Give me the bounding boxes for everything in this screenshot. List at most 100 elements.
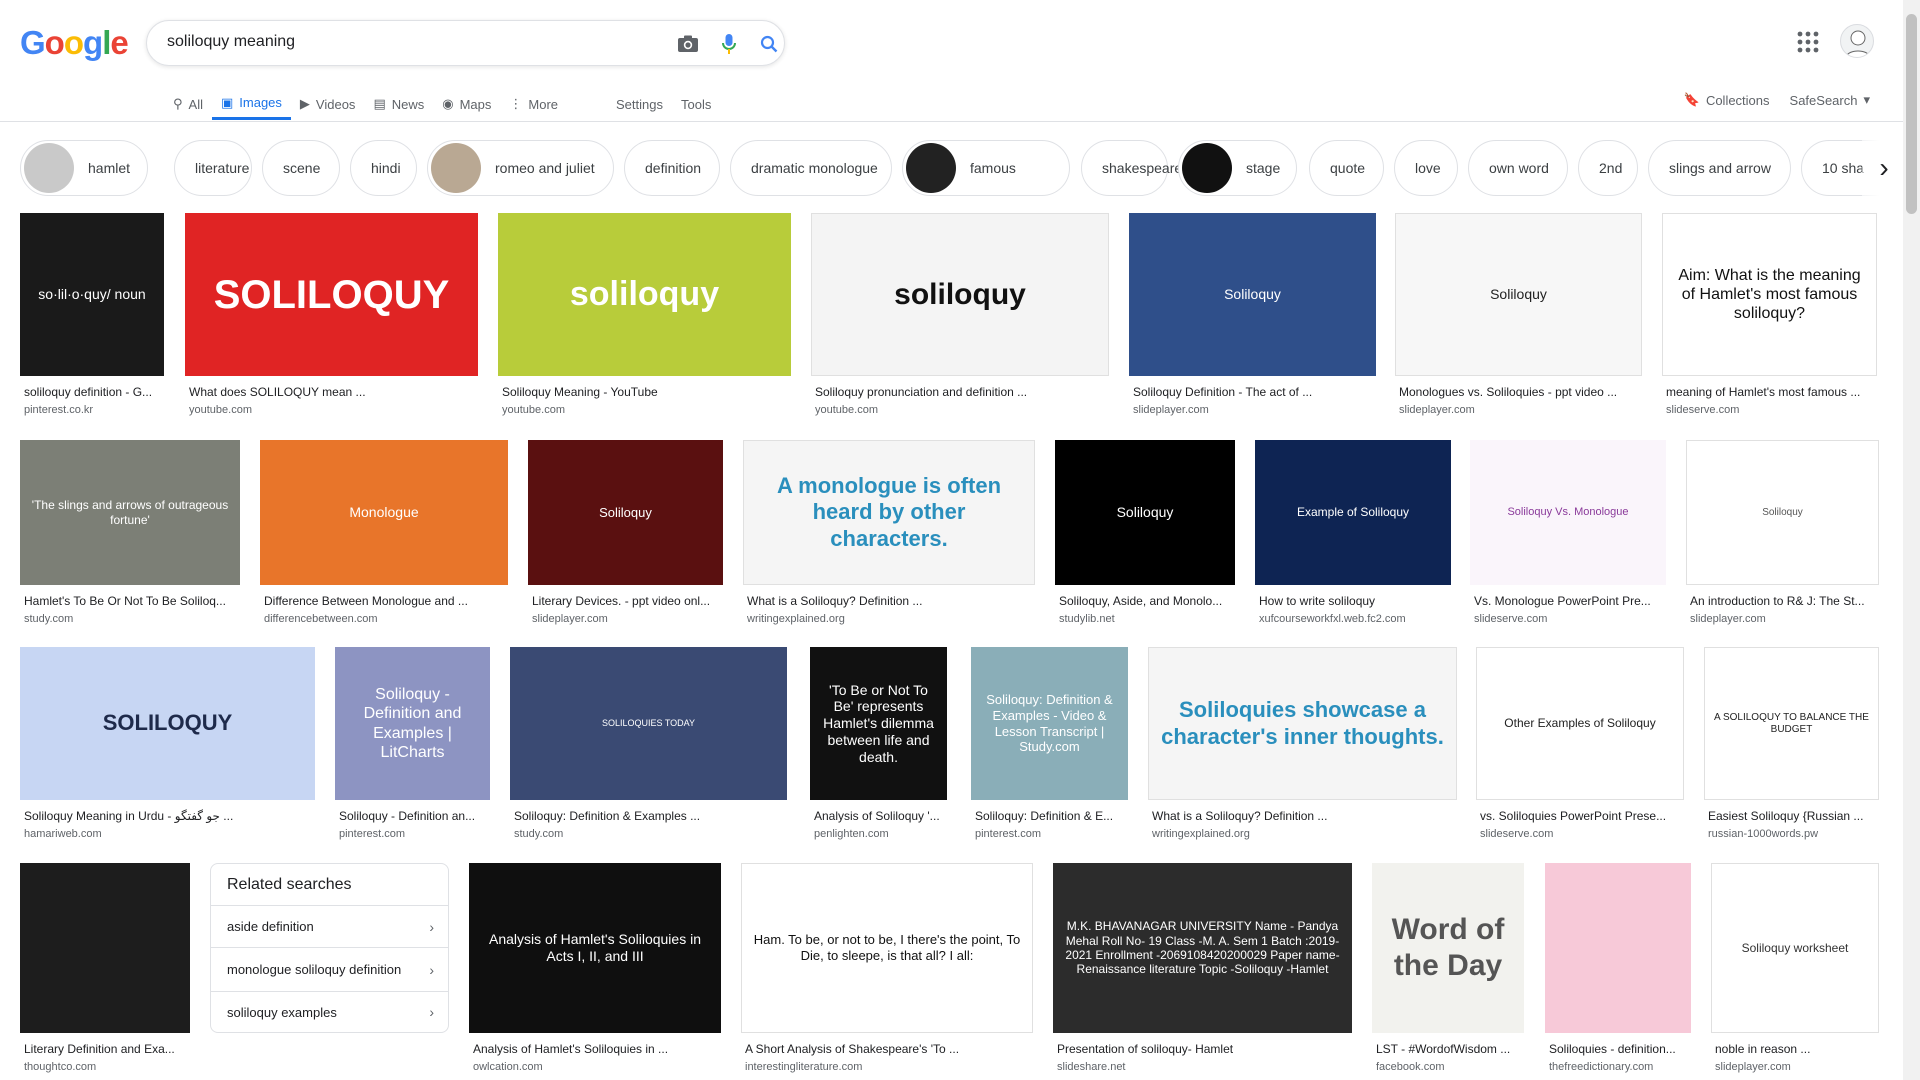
- image-thumbnail[interactable]: Soliloquy: [1129, 213, 1376, 376]
- related-item[interactable]: monologue soliloquy definition ›: [211, 947, 448, 991]
- result-title[interactable]: Presentation of soliloquy- Hamlet: [1057, 1042, 1352, 1056]
- settings-link[interactable]: Settings: [607, 88, 672, 120]
- image-result[interactable]: Soliloquy worksheet noble in reason ... sl…: [1711, 863, 1879, 1075]
- image-thumbnail[interactable]: A monologue is often heard by other char…: [743, 440, 1035, 585]
- result-title[interactable]: What does SOLILOQUY mean ...: [189, 385, 478, 399]
- result-title[interactable]: Soliloquy: Definition & E...: [975, 809, 1128, 823]
- image-result[interactable]: Soliloquy Monologues vs. Soliloquies - pp…: [1395, 213, 1642, 418]
- tools-link[interactable]: Tools: [672, 88, 720, 120]
- image-thumbnail[interactable]: soliloquy: [498, 213, 791, 376]
- image-thumbnail[interactable]: Analysis of Hamlet's Soliloquies in Acts…: [469, 863, 721, 1033]
- image-result[interactable]: Literary Definition and Exa... thoughtco.…: [20, 863, 190, 1075]
- tab-images[interactable]: ▣ Images: [211, 88, 291, 120]
- image-thumbnail[interactable]: Soliloquies showcase a character's inner…: [1148, 647, 1457, 800]
- image-result[interactable]: Soliloquies showcase a character's inner…: [1148, 647, 1457, 842]
- result-title[interactable]: Soliloquy - Definition an...: [339, 809, 490, 823]
- result-title[interactable]: Hamlet's To Be Or Not To Be Soliloq...: [24, 594, 240, 608]
- image-thumbnail[interactable]: soliloquy: [811, 213, 1109, 376]
- result-title[interactable]: LST - #WordofWisdom ...: [1376, 1042, 1524, 1056]
- related-item[interactable]: soliloquy examples ›: [211, 991, 448, 1032]
- chip[interactable]: dramatic monologue: [730, 140, 892, 196]
- result-title[interactable]: meaning of Hamlet's most famous ...: [1666, 385, 1877, 399]
- camera-icon[interactable]: [674, 30, 702, 58]
- image-thumbnail[interactable]: Soliloquy: [1686, 440, 1879, 585]
- result-title[interactable]: Difference Between Monologue and ...: [264, 594, 508, 608]
- image-result[interactable]: soliloquy Soliloquy Meaning - YouTube yout…: [498, 213, 791, 418]
- image-result[interactable]: SOLILOQUY Soliloquy Meaning in Urdu - جو …: [20, 647, 315, 842]
- image-thumbnail[interactable]: Soliloquy worksheet: [1711, 863, 1879, 1033]
- google-logo[interactable]: Google: [20, 24, 129, 62]
- image-thumbnail[interactable]: so·lil·o·quy/ noun: [20, 213, 164, 376]
- tab-videos[interactable]: ▶ Videos: [291, 88, 365, 120]
- image-result[interactable]: M.K. BHAVANAGAR UNIVERSITY Name - Pandya…: [1053, 863, 1352, 1075]
- image-thumbnail[interactable]: SOLILOQUIES TODAY: [510, 647, 787, 800]
- image-thumbnail[interactable]: SOLILOQUY: [20, 647, 315, 800]
- search-input[interactable]: soliloquy meaning: [167, 33, 295, 51]
- result-title[interactable]: Literary Definition and Exa...: [24, 1042, 190, 1056]
- result-title[interactable]: Monologues vs. Soliloquies - ppt video .…: [1399, 385, 1642, 399]
- result-title[interactable]: soliloquy definition - G...: [24, 385, 164, 399]
- image-result[interactable]: A SOLILOQUY TO BALANCE THE BUDGET Easiest…: [1704, 647, 1879, 842]
- scrollbar-thumb[interactable]: [1906, 14, 1917, 214]
- image-thumbnail[interactable]: [20, 863, 190, 1033]
- chip[interactable]: famous: [902, 140, 1070, 196]
- image-result[interactable]: A monologue is often heard by other char…: [743, 440, 1035, 627]
- result-title[interactable]: Soliloquies - definition...: [1549, 1042, 1691, 1056]
- image-result[interactable]: Other Examples of Soliloquy vs. Soliloqui…: [1476, 647, 1684, 842]
- result-title[interactable]: A Short Analysis of Shakespeare's 'To ..…: [745, 1042, 1033, 1056]
- result-title[interactable]: What is a Soliloquy? Definition ...: [1152, 809, 1457, 823]
- chip[interactable]: hindi: [350, 140, 417, 196]
- result-title[interactable]: Soliloquy: Definition & Examples ...: [514, 809, 787, 823]
- image-thumbnail[interactable]: Example of Soliloquy: [1255, 440, 1451, 585]
- microphone-icon[interactable]: [715, 30, 743, 58]
- image-result[interactable]: soliloquy Soliloquy pronunciation and def…: [811, 213, 1109, 418]
- image-thumbnail[interactable]: Monologue: [260, 440, 508, 585]
- image-thumbnail[interactable]: M.K. BHAVANAGAR UNIVERSITY Name - Pandya…: [1053, 863, 1352, 1033]
- image-thumbnail[interactable]: Word of the Day: [1372, 863, 1524, 1033]
- result-title[interactable]: Soliloquy Meaning - YouTube: [502, 385, 791, 399]
- image-result[interactable]: SOLILOQUY What does SOLILOQUY mean ... you…: [185, 213, 478, 418]
- image-result[interactable]: Analysis of Hamlet's Soliloquies in Acts…: [469, 863, 721, 1075]
- image-thumbnail[interactable]: SOLILOQUY: [185, 213, 478, 376]
- image-thumbnail[interactable]: 'The slings and arrows of outrageous for…: [20, 440, 240, 585]
- result-title[interactable]: noble in reason ...: [1715, 1042, 1879, 1056]
- chevron-right-icon[interactable]: ›: [1862, 140, 1906, 196]
- image-thumbnail[interactable]: Soliloquy: [528, 440, 723, 585]
- image-result[interactable]: Soliloquy Vs. Monologue Vs. Monologue Pow…: [1470, 440, 1666, 627]
- image-thumbnail[interactable]: A SOLILOQUY TO BALANCE THE BUDGET: [1704, 647, 1879, 800]
- chip[interactable]: stage: [1178, 140, 1297, 196]
- result-title[interactable]: How to write soliloquy: [1259, 594, 1451, 608]
- image-result[interactable]: Soliloquy - Definition and Examples | Li…: [335, 647, 490, 842]
- collections-link[interactable]: 🔖 Collections: [1684, 88, 1770, 112]
- image-result[interactable]: 'The slings and arrows of outrageous for…: [20, 440, 240, 627]
- image-thumbnail[interactable]: Soliloquy: [1055, 440, 1235, 585]
- image-thumbnail[interactable]: Soliloquy Vs. Monologue: [1470, 440, 1666, 585]
- image-thumbnail[interactable]: Aim: What is the meaning of Hamlet's mos…: [1662, 213, 1877, 376]
- tab-maps[interactable]: ◉ Maps: [433, 88, 500, 120]
- chip[interactable]: love: [1394, 140, 1458, 196]
- search-icon[interactable]: [755, 30, 783, 58]
- image-result[interactable]: Monologue Difference Between Monologue an…: [260, 440, 508, 627]
- result-title[interactable]: Soliloquy Meaning in Urdu - جو گفتگو ...: [24, 809, 315, 823]
- image-result[interactable]: so·lil·o·quy/ noun soliloquy definition -…: [20, 213, 164, 418]
- image-thumbnail[interactable]: Soliloquy: [1395, 213, 1642, 376]
- chip[interactable]: shakespeare: [1081, 140, 1182, 196]
- tab-all[interactable]: ⚲ All: [164, 88, 212, 120]
- chip[interactable]: hamlet: [20, 140, 148, 196]
- result-title[interactable]: What is a Soliloquy? Definition ...: [747, 594, 1035, 608]
- image-result[interactable]: Soliloquy Soliloquy Definition - The act …: [1129, 213, 1376, 418]
- image-result[interactable]: SOLILOQUIES TODAY Soliloquy: Definition &…: [510, 647, 787, 842]
- result-title[interactable]: Analysis of Hamlet's Soliloquies in ...: [473, 1042, 721, 1056]
- image-thumbnail[interactable]: 'To Be or Not To Be' represents Hamlet's…: [810, 647, 947, 800]
- tab-more[interactable]: ⋮ More: [500, 88, 567, 120]
- image-thumbnail[interactable]: Soliloquy - Definition and Examples | Li…: [335, 647, 490, 800]
- result-title[interactable]: Soliloquy Definition - The act of ...: [1133, 385, 1376, 399]
- result-title[interactable]: Literary Devices. - ppt video onl...: [532, 594, 723, 608]
- image-result[interactable]: Soliloquy Literary Devices. - ppt video o…: [528, 440, 723, 627]
- image-result[interactable]: Soliloquies - definition... thefreedictio…: [1545, 863, 1691, 1075]
- result-title[interactable]: vs. Soliloquies PowerPoint Prese...: [1480, 809, 1684, 823]
- chip[interactable]: scene: [262, 140, 340, 196]
- chip[interactable]: own word: [1468, 140, 1568, 196]
- search-box[interactable]: soliloquy meaning: [146, 20, 785, 66]
- result-title[interactable]: Soliloquy, Aside, and Monolo...: [1059, 594, 1235, 608]
